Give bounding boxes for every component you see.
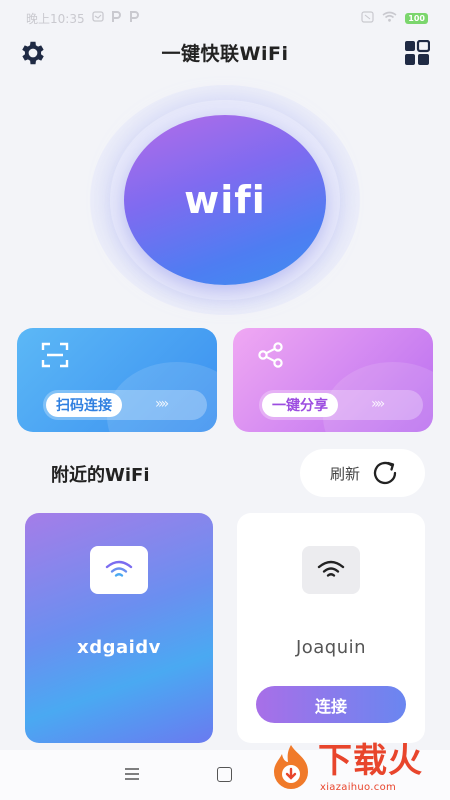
nearby-wifi-title: 附近的WiFi (51, 465, 150, 486)
scan-connect-label: 扫码连接 (46, 393, 122, 417)
connect-button[interactable]: 连接 (256, 686, 406, 723)
wifi-hero-button[interactable]: wifi (124, 115, 326, 285)
menu-grid-button[interactable] (404, 39, 431, 66)
watermark: 下载火 xiazaihuo.com (266, 740, 450, 800)
notification-icon (91, 11, 104, 25)
refresh-label: 刷新 (330, 464, 361, 483)
watermark-url: xiazaihuo.com (320, 782, 397, 793)
wifi-icon (317, 560, 345, 577)
gear-icon (22, 41, 44, 65)
chevron-right-icon: »» (155, 396, 169, 412)
page-title: 一键快联WiFi (161, 42, 289, 65)
refresh-icon (373, 461, 397, 485)
wifi-ssid: Joaquin (295, 637, 367, 658)
menu-icon[interactable] (124, 768, 140, 780)
wifi-icon (105, 560, 133, 577)
battery-icon: 100 (405, 12, 428, 24)
wifi-icon-box (90, 546, 148, 594)
status-right: 100 (361, 10, 428, 26)
refresh-button[interactable]: 刷新 (300, 449, 425, 497)
watermark-brand: 下载火 (318, 741, 423, 781)
chevron-right-icon: »» (371, 396, 385, 412)
home-button[interactable] (217, 767, 232, 782)
wifi-network-card[interactable]: Joaquin 连接 (237, 513, 425, 743)
share-label: 一键分享 (262, 393, 338, 417)
share-pill-track: 一键分享 »» (259, 390, 423, 420)
scan-connect-card[interactable]: 扫码连接 »» (17, 328, 217, 432)
wifi-ssid: xdgaidv (77, 637, 161, 658)
grid-icon (405, 39, 431, 65)
status-time: 晚上10:35 (26, 11, 85, 26)
fire-logo-icon (274, 745, 308, 789)
scan-icon (41, 342, 69, 368)
wifi-signal-icon (382, 11, 397, 25)
scan-pill-track: 扫码连接 »» (43, 390, 207, 420)
sim-icon (361, 10, 374, 26)
share-card[interactable]: 一键分享 »» (233, 328, 433, 432)
app-p-icon-2 (129, 10, 140, 26)
share-icon (258, 342, 283, 368)
wifi-network-card[interactable]: xdgaidv (25, 513, 213, 743)
settings-button[interactable] (18, 38, 48, 68)
status-left: 晚上10:35 (26, 10, 140, 27)
wifi-icon-box (302, 546, 360, 594)
app-header: 一键快联WiFi (0, 30, 450, 74)
app-p-icon (111, 10, 122, 26)
